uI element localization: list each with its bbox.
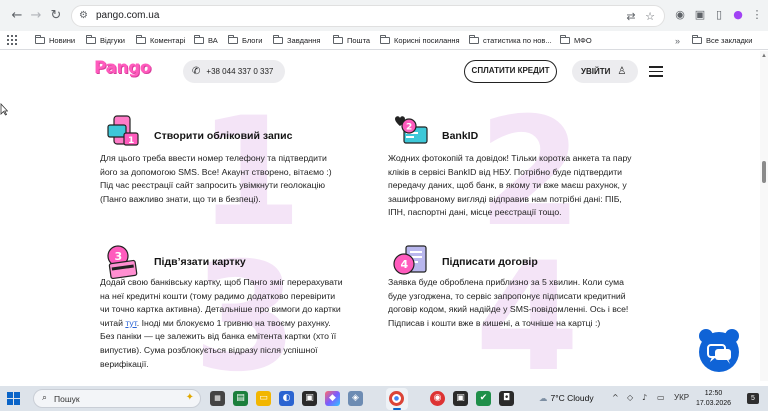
step-description: Додай свою банківську картку, щоб Панго … (100, 277, 343, 369)
all-bookmarks[interactable]: Все закладки (692, 33, 752, 48)
step-title: Підв’язати картку (154, 256, 246, 268)
step-description: Заявка буде оброблена приблизно за 5 хви… (388, 277, 629, 328)
app-icon[interactable]: ◈ (348, 391, 363, 406)
translate-icon[interactable]: ⇄ (624, 10, 638, 24)
address-bar[interactable]: ⚙ pango.com.ua ⇄ ☆ (71, 5, 665, 27)
bookmark-folder[interactable]: Відгуки (86, 33, 125, 48)
volume-icon[interactable]: ♪ (642, 393, 647, 402)
site-header: Pango ✆ +38 044 337 0 337 СПЛАТИТИ КРЕДИ… (0, 51, 768, 93)
extensions-icon[interactable]: ▣ (693, 8, 707, 22)
mouse-cursor-icon (0, 103, 8, 116)
bookmark-folder[interactable]: статистика по нов... (469, 33, 552, 48)
app-icon[interactable]: ◉ (430, 391, 445, 406)
bookmark-star-icon[interactable]: ☆ (643, 10, 657, 24)
active-indicator (393, 408, 401, 410)
step-title: BankID (442, 130, 479, 142)
windows-start-icon[interactable] (7, 392, 20, 405)
bookmark-folder[interactable]: Новини (35, 33, 75, 48)
scroll-up-icon[interactable]: ▲ (761, 53, 767, 59)
phone-number: +38 044 337 0 337 (206, 67, 274, 76)
cloud-icon: ☁ (539, 394, 548, 404)
bookmark-folder[interactable]: Пошта (333, 33, 370, 48)
language-indicator[interactable]: УКР (674, 393, 689, 402)
app-icon[interactable]: ◘ (499, 391, 514, 406)
phone-button[interactable]: ✆ +38 044 337 0 337 (183, 60, 285, 83)
bank-card-icon: 3 (107, 245, 138, 280)
page-scrollbar[interactable]: ▲ (760, 51, 768, 381)
folder-icon (380, 35, 390, 44)
login-button[interactable]: УВІЙТИ ♙ (572, 60, 638, 83)
bookmark-folder[interactable]: Корисні посилання (380, 33, 460, 48)
url-text[interactable]: pango.com.ua (96, 10, 159, 21)
bookmark-folder[interactable]: ВА (194, 33, 218, 48)
step-description: Жодних фотокопій та довідок! Тільки коро… (388, 153, 632, 218)
network-icon[interactable]: ◇ (627, 393, 633, 402)
bankid-card-icon: 2 (395, 116, 428, 144)
browser-menu-icon[interactable]: ⋮ (750, 8, 764, 22)
bookmark-folder[interactable]: МФО (560, 33, 592, 48)
profile-icon[interactable]: ● (731, 8, 745, 22)
folder-icon (194, 35, 204, 44)
folder-icon (35, 35, 45, 44)
folder-icon (692, 35, 702, 44)
folder-icon (86, 35, 96, 44)
apps-grid-icon[interactable] (7, 35, 17, 45)
calendar-app-icon[interactable]: ▤ (233, 391, 248, 406)
step-description: Для цього треба ввести номер телефону та… (100, 153, 332, 204)
clock[interactable]: 12:50 17.03.2026 (696, 389, 731, 409)
reload-icon[interactable]: ↻ (47, 7, 65, 25)
contract-document-icon: 4 (393, 245, 427, 275)
phone-sms-icon: 1 (107, 115, 139, 146)
task-view-icon[interactable]: ▦ (210, 391, 225, 406)
hamburger-menu-icon[interactable] (649, 66, 663, 77)
windows-taskbar: ⌕ Пошук ✦ ▦ ▤ ▭ ◐ ▣ ◆ ◈ ● ◉ ▣ ✔ ◘ ☁ 7°C C… (0, 386, 768, 411)
weather-widget[interactable]: ☁ 7°C Cloudy (539, 393, 594, 404)
user-icon: ♙ (617, 66, 627, 77)
bookmark-folder[interactable]: Завдання (273, 33, 321, 48)
folder-icon (469, 35, 479, 44)
file-explorer-icon[interactable]: ▭ (256, 391, 271, 406)
camera-icon[interactable]: ◉ (673, 8, 687, 22)
chat-widget-button[interactable] (694, 325, 744, 375)
pay-credit-button[interactable]: СПЛАТИТИ КРЕДИТ (464, 60, 557, 83)
bookmark-folder[interactable]: Коментарі (136, 33, 185, 48)
svg-text:4: 4 (401, 258, 409, 271)
taskbar-search[interactable]: ⌕ Пошук ✦ (33, 389, 201, 408)
svg-text:2: 2 (406, 123, 412, 133)
sidebar-icon[interactable]: ▯ (712, 8, 726, 22)
bookmark-folder[interactable]: Блоги (228, 33, 262, 48)
folder-icon (560, 35, 570, 44)
edge-browser-icon[interactable]: ◐ (279, 391, 294, 406)
folder-icon (333, 35, 343, 44)
step-title: Підписати договір (442, 256, 538, 268)
card-requirements-link[interactable]: тут (125, 318, 136, 328)
tray-overflow-icon[interactable]: ^ (612, 393, 619, 402)
step-title: Створити обліковий запис (154, 130, 293, 142)
site-info-icon[interactable]: ⚙ (79, 10, 91, 22)
chrome-browser-icon[interactable]: ● (389, 391, 404, 406)
copilot-app-icon[interactable]: ◆ (325, 391, 340, 406)
svg-text:1: 1 (128, 136, 134, 146)
login-label: УВІЙТИ (581, 67, 611, 76)
browser-toolbar: ← → ↻ ⚙ pango.com.ua ⇄ ☆ ◉ ▣ ▯ ● ⋮ (0, 0, 768, 31)
folder-icon (273, 35, 283, 44)
folder-icon (136, 35, 146, 44)
search-placeholder: Пошук (54, 394, 80, 404)
forward-icon[interactable]: → (27, 7, 45, 25)
search-icon: ⌕ (42, 393, 48, 403)
bookmarks-bar: Новини Відгуки Коментарі ВА Блоги Завдан… (0, 31, 768, 50)
app-icon[interactable]: ▣ (302, 391, 317, 406)
battery-icon[interactable]: ▭ (657, 393, 665, 402)
app-icon[interactable]: ✔ (476, 391, 491, 406)
pango-logo[interactable]: Pango (94, 58, 151, 78)
folder-icon (228, 35, 238, 44)
back-icon[interactable]: ← (8, 7, 26, 25)
scrollbar-thumb[interactable] (762, 161, 766, 183)
copilot-sparkle-icon: ✦ (185, 392, 194, 403)
app-icon[interactable]: ▣ (453, 391, 468, 406)
notifications-badge[interactable]: 5 (747, 393, 759, 404)
svg-text:3: 3 (115, 250, 123, 263)
phone-icon: ✆ (192, 66, 201, 77)
bookmarks-overflow-icon[interactable]: » (675, 33, 680, 48)
